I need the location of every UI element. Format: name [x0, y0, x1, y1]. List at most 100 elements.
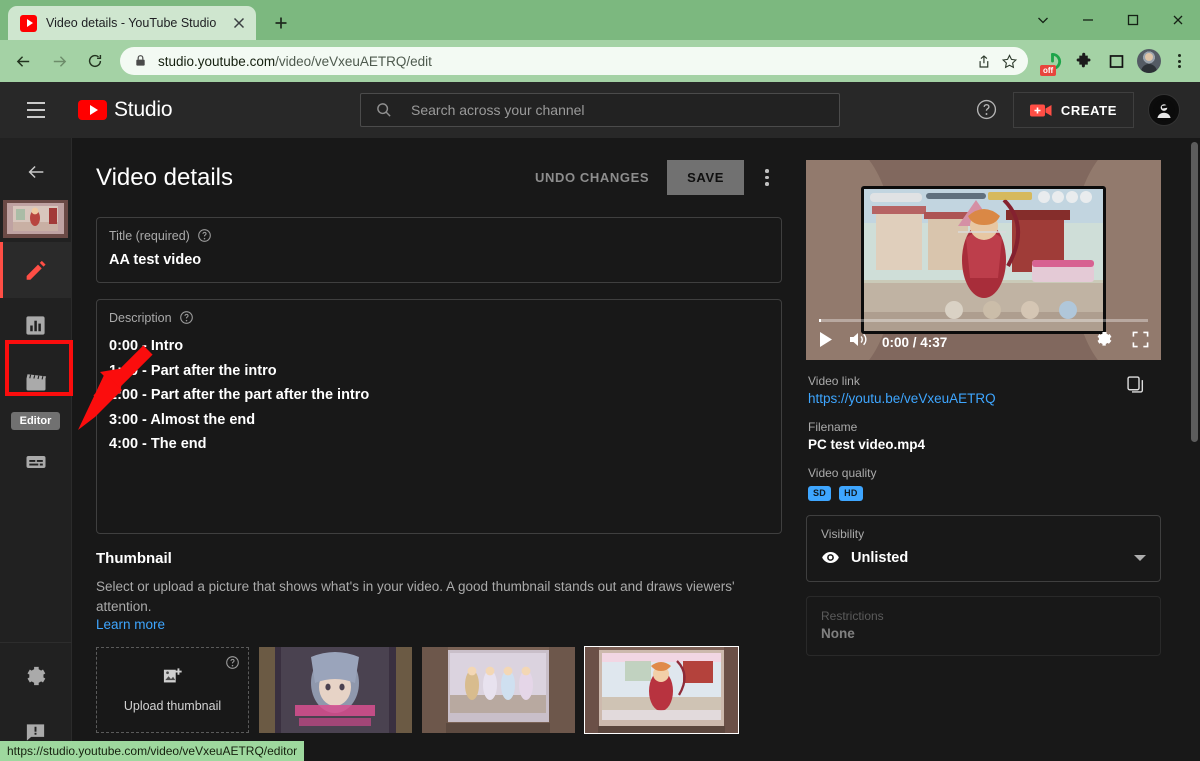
adblock-extension-icon[interactable]: off	[1038, 47, 1066, 75]
address-bar[interactable]: studio.youtube.com/video/veVxeuAETRQ/edi…	[120, 47, 1028, 75]
search-input[interactable]: Search across your channel	[360, 93, 840, 127]
studio-logo[interactable]: Studio	[78, 98, 172, 122]
thumbnail-option-1[interactable]	[259, 647, 412, 733]
youtube-favicon	[20, 15, 37, 32]
forward-arrow-icon[interactable]	[44, 46, 74, 76]
volume-icon[interactable]	[848, 331, 868, 353]
player-controls: 0:00 / 4:37	[806, 324, 1161, 360]
sidebar-item-analytics[interactable]	[0, 298, 72, 354]
help-circle-icon[interactable]	[197, 228, 212, 243]
address-bar-url: studio.youtube.com/video/veVxeuAETRQ/edi…	[158, 54, 432, 69]
back-arrow-icon[interactable]	[8, 46, 38, 76]
sidebar-item-details[interactable]	[0, 242, 72, 298]
help-circle-icon[interactable]	[975, 98, 999, 122]
studio-logo-text: Studio	[114, 98, 172, 122]
fullscreen-icon[interactable]	[1132, 331, 1149, 353]
help-circle-icon[interactable]	[225, 655, 240, 670]
chevron-down-icon[interactable]	[1134, 555, 1146, 561]
restrictions-panel[interactable]: Restrictions None	[806, 596, 1161, 656]
upload-thumbnail-button[interactable]: Upload thumbnail	[96, 647, 249, 733]
tab-search-chevron-icon[interactable]	[1020, 0, 1065, 40]
thumbnail-section-subtitle: Select or upload a picture that shows wh…	[96, 577, 782, 617]
description-line: 0:00 - Intro	[109, 334, 769, 359]
player-progress-bar[interactable]	[819, 319, 1148, 323]
studio-body: Editor	[0, 138, 1200, 761]
gear-icon[interactable]	[1095, 330, 1114, 354]
image-plus-icon	[162, 667, 184, 692]
omnibox-actions	[970, 47, 1022, 75]
video-quality-label: Video quality	[808, 466, 1159, 480]
page-title: Video details	[96, 164, 233, 192]
copy-link-icon[interactable]	[1125, 374, 1147, 396]
gear-icon	[24, 665, 48, 689]
create-button[interactable]: CREATE	[1013, 92, 1134, 128]
tab-strip: Video details - YouTube Studio	[0, 0, 1200, 40]
learn-more-link[interactable]: Learn more	[96, 617, 782, 632]
extensions-puzzle-icon[interactable]	[1070, 47, 1098, 75]
profile-avatar[interactable]	[1137, 49, 1161, 73]
sidepanel-icon[interactable]	[1102, 47, 1130, 75]
player-right-controls	[1095, 330, 1149, 354]
window-controls	[1020, 0, 1200, 40]
visibility-value: Unlisted	[851, 550, 908, 566]
content-scrollbar[interactable]	[1190, 138, 1199, 761]
search-placeholder: Search across your channel	[411, 102, 585, 118]
save-button[interactable]: SAVE	[667, 160, 744, 195]
visibility-label: Visibility	[821, 527, 1146, 541]
share-icon[interactable]	[970, 48, 996, 74]
sidebar-back-button[interactable]	[16, 152, 56, 192]
quality-badge-sd: SD	[808, 486, 831, 501]
more-options-icon[interactable]	[752, 163, 782, 193]
description-field[interactable]: Description 0:00 - Intro 1:00 - Part aft…	[96, 299, 782, 534]
editor-tooltip: Editor	[11, 412, 61, 430]
title-field[interactable]: Title (required) AA test video	[96, 217, 782, 283]
video-link-value[interactable]: https://youtu.be/veVxeuAETRQ	[808, 391, 1159, 406]
description-line: 1:00 - Part after the intro	[109, 359, 769, 384]
hamburger-icon[interactable]	[16, 90, 56, 130]
browser-window: Video details - YouTube Studio	[0, 0, 1200, 761]
player-time: 0:00 / 4:37	[882, 335, 947, 350]
page-header: Video details UNDO CHANGES SAVE	[96, 160, 782, 195]
video-sidebar: Editor	[0, 138, 72, 761]
sidebar-item-editor[interactable]	[0, 354, 72, 410]
studio-header-actions: CREATE	[975, 92, 1180, 128]
description-line: 2:00 - Part after the part after the int…	[109, 383, 769, 408]
pencil-icon	[23, 258, 48, 283]
minimize-button[interactable]	[1065, 0, 1110, 40]
new-tab-button[interactable]	[267, 9, 295, 37]
thumbnail-option-3[interactable]	[585, 647, 738, 733]
filename-block: Filename PC test video.mp4	[808, 420, 1159, 452]
search-icon	[375, 101, 393, 119]
star-icon[interactable]	[996, 48, 1022, 74]
video-thumbnail[interactable]	[3, 200, 68, 238]
help-circle-icon[interactable]	[179, 310, 194, 325]
reload-icon[interactable]	[80, 46, 110, 76]
account-avatar[interactable]	[1148, 94, 1180, 126]
video-meta-section: Video link https://youtu.be/veVxeuAETRQ …	[806, 360, 1161, 501]
extension-badge: off	[1040, 65, 1056, 76]
maximize-button[interactable]	[1110, 0, 1155, 40]
description-field-label: Description	[109, 311, 172, 325]
url-domain: studio.youtube.com	[158, 54, 275, 69]
studio-header: Studio Search across your channel CREATE	[0, 82, 1200, 138]
details-column: Video details UNDO CHANGES SAVE Title (r…	[96, 160, 782, 733]
youtube-studio-app: Studio Search across your channel CREATE	[0, 82, 1200, 761]
main-content: Video details UNDO CHANGES SAVE Title (r…	[72, 138, 1200, 761]
sidebar-item-subtitles[interactable]	[0, 434, 72, 490]
video-quality-block: Video quality SD HD	[808, 466, 1159, 501]
visibility-panel[interactable]: Visibility Unlisted	[806, 515, 1161, 582]
close-window-button[interactable]	[1155, 0, 1200, 40]
browser-tab[interactable]: Video details - YouTube Studio	[8, 6, 256, 40]
video-player[interactable]: 0:00 / 4:37	[806, 160, 1161, 360]
close-icon[interactable]	[230, 14, 248, 32]
chrome-menu-icon[interactable]	[1166, 47, 1192, 75]
undo-changes-button[interactable]: UNDO CHANGES	[525, 162, 659, 193]
tab-title: Video details - YouTube Studio	[46, 16, 230, 30]
video-link-label: Video link	[808, 374, 1159, 388]
sidebar-item-settings[interactable]	[0, 649, 72, 705]
play-icon[interactable]	[818, 331, 834, 353]
thumbnail-option-2[interactable]	[422, 647, 575, 733]
restrictions-label: Restrictions	[821, 609, 1146, 623]
url-path: /video/veVxeuAETRQ/edit	[275, 54, 432, 69]
title-field-label: Title (required)	[109, 229, 190, 243]
